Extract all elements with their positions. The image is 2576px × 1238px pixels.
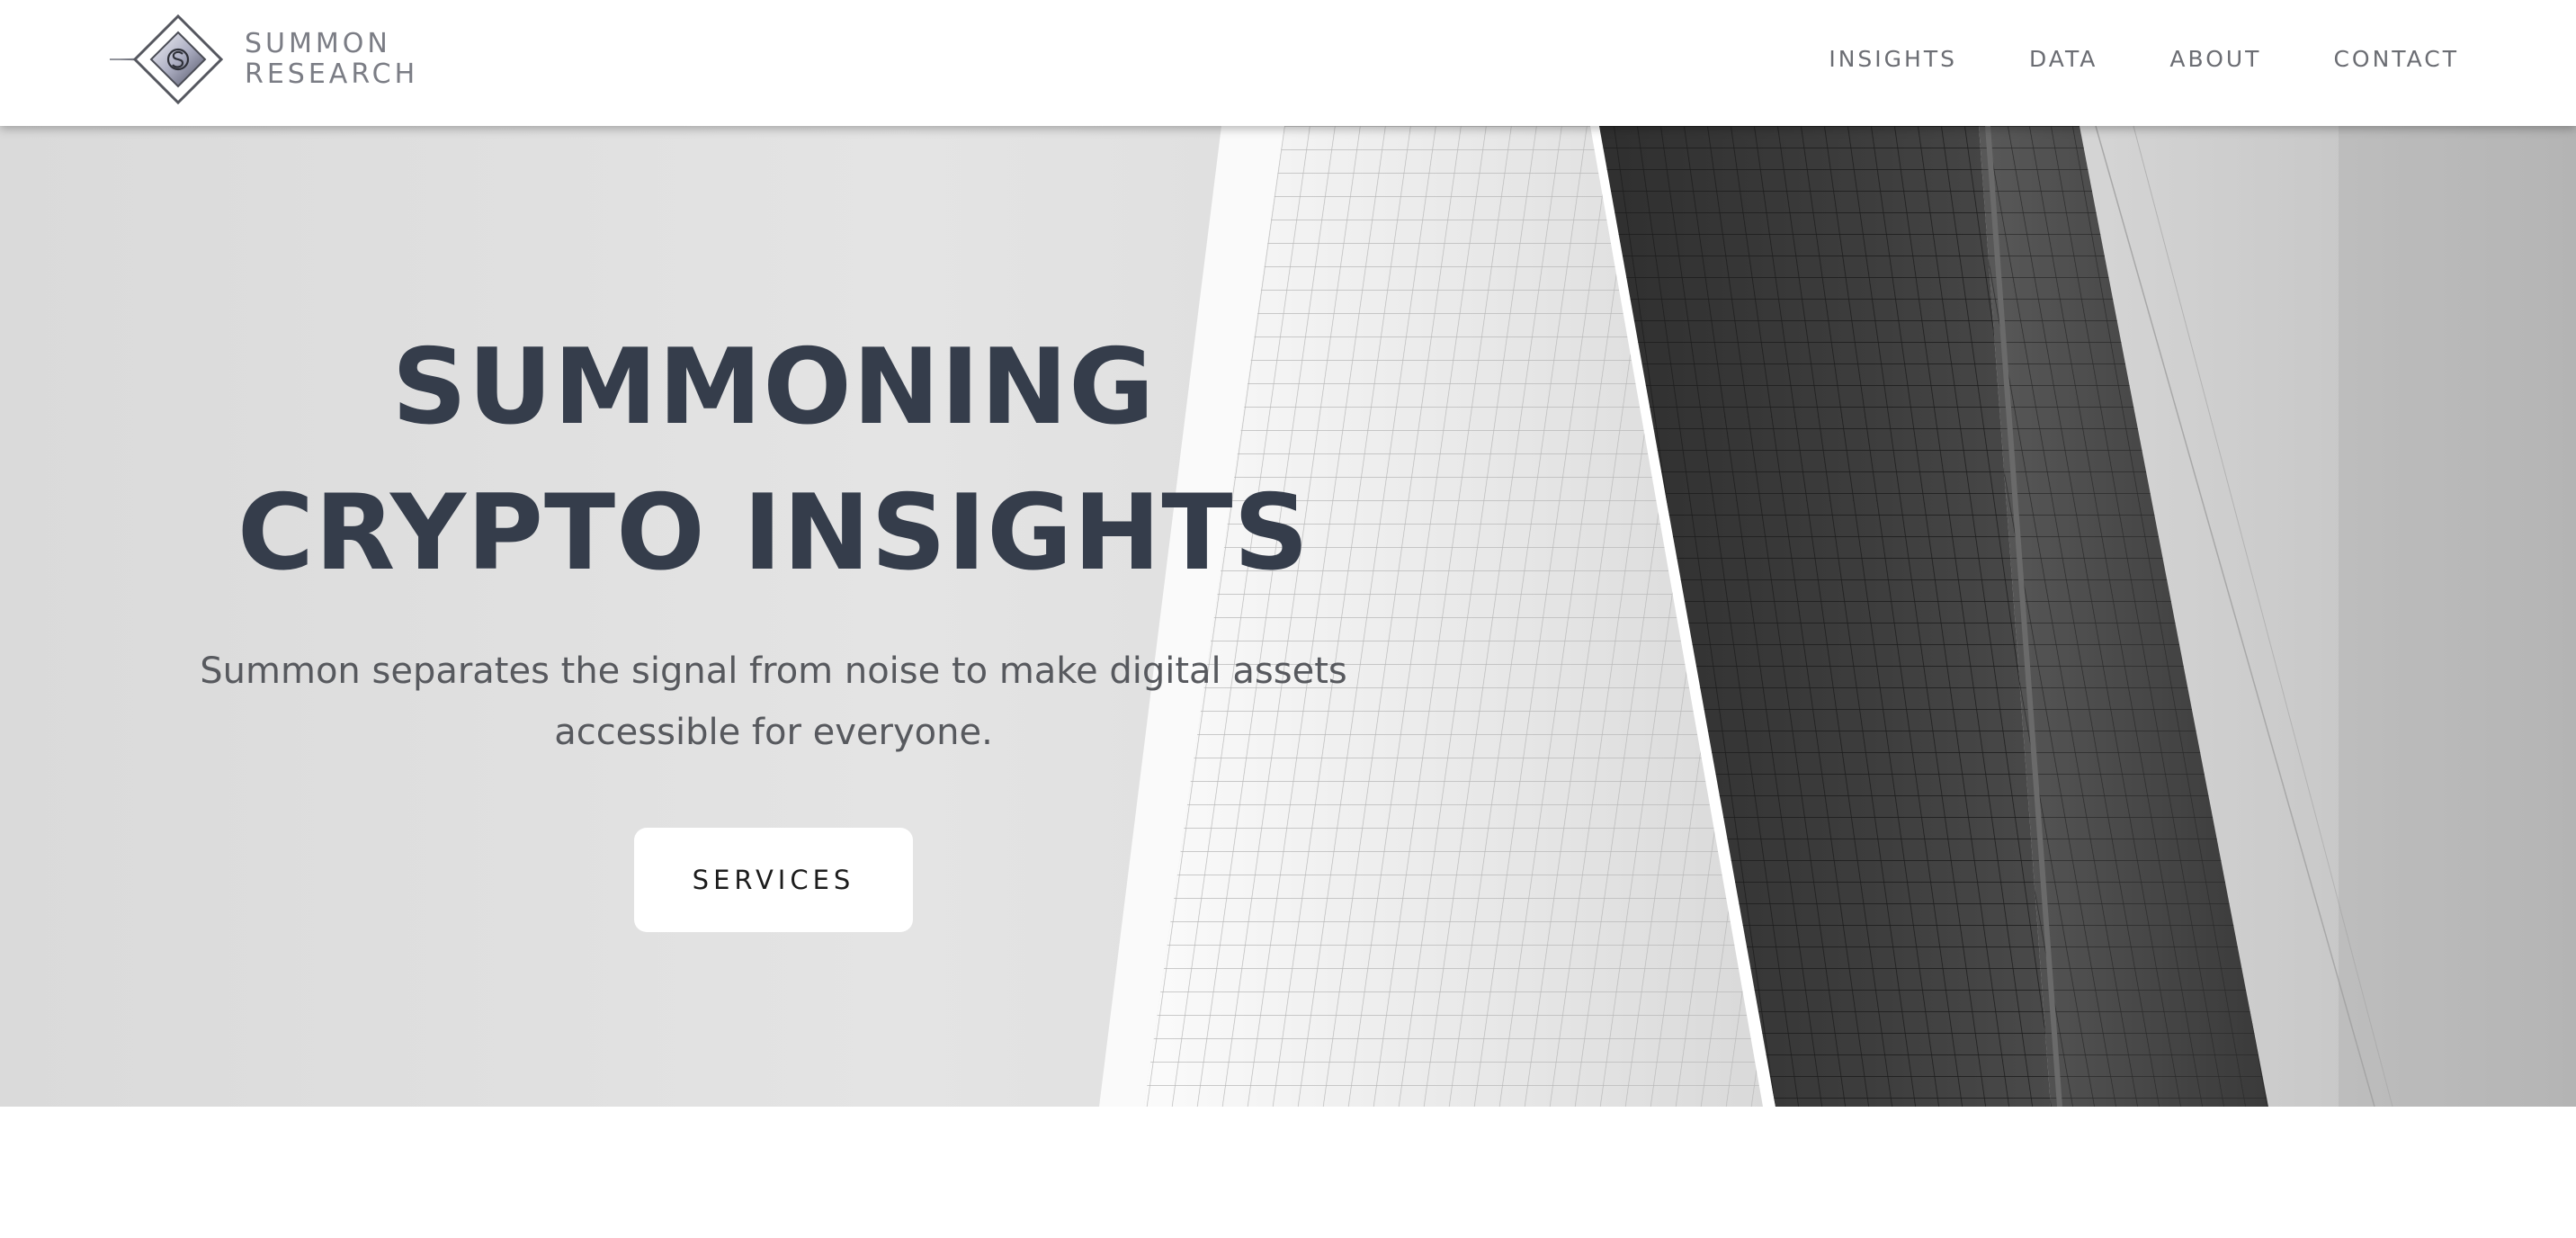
- hero-subtitle: Summon separates the signal from noise t…: [200, 650, 1347, 753]
- brand-name-line1: SUMMON: [245, 28, 391, 59]
- summon-s-diamond-icon: [110, 13, 224, 105]
- page-body-blank: [0, 1107, 2576, 1238]
- brand-name: SUMMON RESEARCH: [245, 29, 418, 90]
- nav-link-insights[interactable]: INSIGHTS: [1829, 46, 1957, 72]
- services-button[interactable]: SERVICES: [634, 828, 913, 932]
- brand-name-line2: RESEARCH: [245, 58, 419, 90]
- hero-content: SUMMONING CRYPTO INSIGHTS Summon separat…: [144, 315, 1403, 932]
- main-navigation: INSIGHTS DATA ABOUT CONTACT: [1829, 0, 2459, 117]
- nav-link-data[interactable]: DATA: [2029, 46, 2097, 72]
- nav-link-about[interactable]: ABOUT: [2169, 46, 2261, 72]
- site-header: SUMMON RESEARCH INSIGHTS DATA ABOUT CONT…: [0, 0, 2576, 126]
- hero-title: SUMMONING CRYPTO INSIGHTS: [237, 327, 1310, 594]
- hero-section: SUMMONING CRYPTO INSIGHTS Summon separat…: [0, 126, 2576, 1107]
- nav-link-contact[interactable]: CONTACT: [2333, 46, 2459, 72]
- brand-logo-link[interactable]: SUMMON RESEARCH: [108, 13, 418, 106]
